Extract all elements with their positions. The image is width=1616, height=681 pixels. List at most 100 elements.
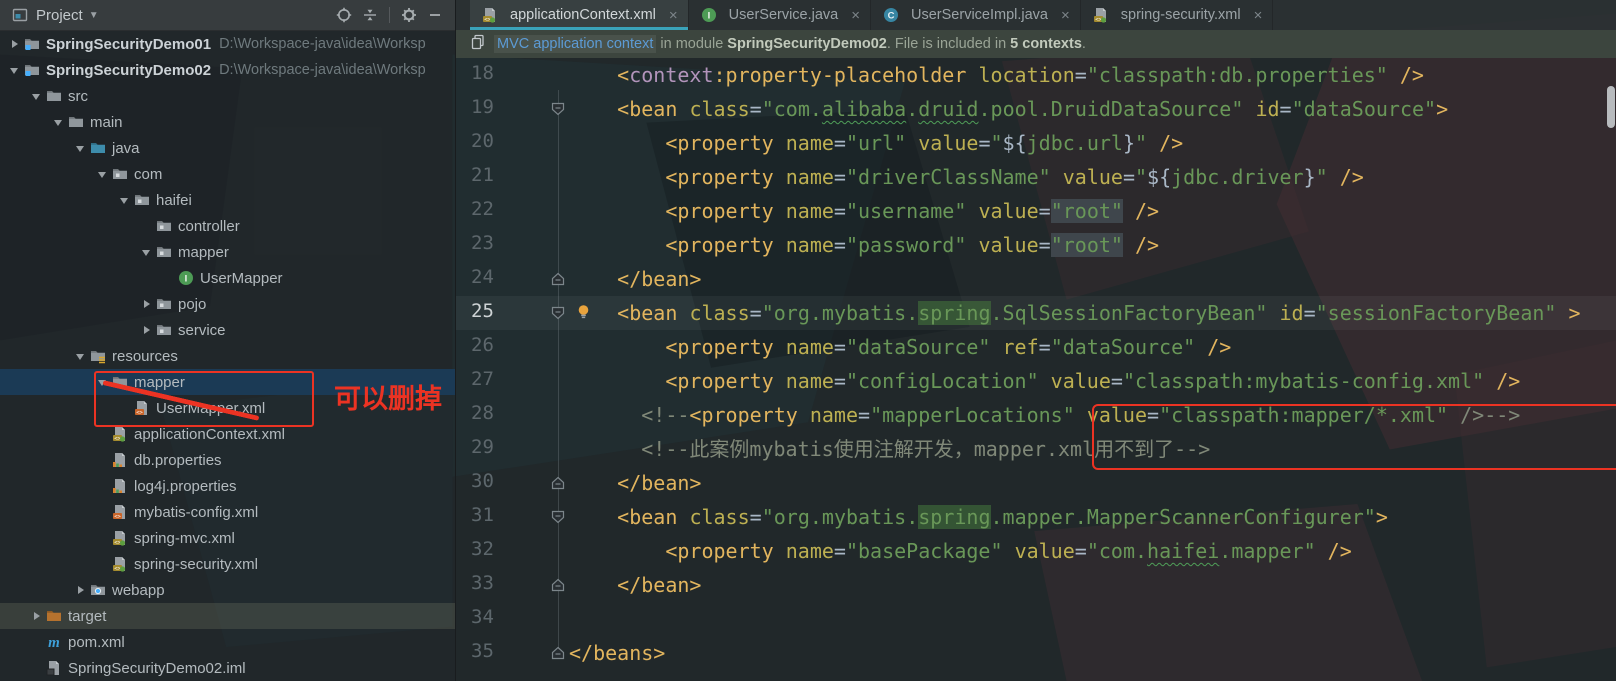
- chevron-collapsed-icon[interactable]: [138, 296, 154, 312]
- tab-close-icon[interactable]: ×: [851, 7, 860, 24]
- tree-item-spring-mvc.xml[interactable]: <> spring-mvc.xml: [0, 525, 455, 551]
- chevron-expanded-icon[interactable]: [116, 192, 132, 208]
- tree-item-SpringSecurityDemo01[interactable]: SpringSecurityDemo01 D:\Workspace-java\id…: [0, 31, 455, 57]
- line-number[interactable]: 21: [471, 164, 494, 186]
- chevron-expanded-icon[interactable]: [50, 114, 66, 130]
- tree-item-webapp[interactable]: webapp: [0, 577, 455, 603]
- tab-applicationContext.xml[interactable]: <> applicationContext.xml ×: [470, 0, 689, 30]
- tree-item-java[interactable]: java: [0, 135, 455, 161]
- line-number[interactable]: 34: [471, 606, 494, 628]
- editor-scrollbar[interactable]: [1607, 86, 1615, 128]
- tree-item-UserMapper[interactable]: I UserMapper: [0, 265, 455, 291]
- code-editor[interactable]: 18 <context:property-placeholder locatio…: [456, 58, 1616, 681]
- code-line-18[interactable]: 18 <context:property-placeholder locatio…: [456, 58, 1616, 92]
- line-number[interactable]: 33: [471, 572, 494, 594]
- fold-region-end-icon[interactable]: [551, 476, 565, 495]
- tree-item-mybatis-config.xml[interactable]: <> mybatis-config.xml: [0, 499, 455, 525]
- tree-item-haifei[interactable]: haifei: [0, 187, 455, 213]
- code-line-26[interactable]: 26 <property name="dataSource" ref="data…: [456, 330, 1616, 364]
- chevron-expanded-icon[interactable]: [94, 374, 110, 390]
- line-number[interactable]: 35: [471, 640, 494, 662]
- tree-item-src[interactable]: src: [0, 83, 455, 109]
- tree-item-service[interactable]: service: [0, 317, 455, 343]
- chevron-collapsed-icon[interactable]: [72, 582, 88, 598]
- code-line-25[interactable]: 25 <bean class="org.mybatis.spring.SqlSe…: [456, 296, 1616, 330]
- line-number[interactable]: 20: [471, 130, 494, 152]
- line-number[interactable]: 22: [471, 198, 494, 220]
- line-number[interactable]: 25: [471, 300, 494, 322]
- code-line-23[interactable]: 23 <property name="password" value="root…: [456, 228, 1616, 262]
- fold-region-end-icon[interactable]: [551, 272, 565, 291]
- tree-item-spring-security.xml[interactable]: <> spring-security.xml: [0, 551, 455, 577]
- tree-item-target[interactable]: target: [0, 603, 455, 629]
- tree-item-applicationContext.xml[interactable]: <> applicationContext.xml: [0, 421, 455, 447]
- code-line-28[interactable]: 28 <!--<property name="mapperLocations" …: [456, 398, 1616, 432]
- code-line-32[interactable]: 32 <property name="basePackage" value="c…: [456, 534, 1616, 568]
- line-number[interactable]: 31: [471, 504, 494, 526]
- fold-region-start-icon[interactable]: [551, 306, 565, 325]
- code-line-27[interactable]: 27 <property name="configLocation" value…: [456, 364, 1616, 398]
- chevron-expanded-icon[interactable]: [28, 88, 44, 104]
- tree-item-com[interactable]: com: [0, 161, 455, 187]
- tab-close-icon[interactable]: ×: [1254, 7, 1263, 24]
- tab-close-icon[interactable]: ×: [1061, 7, 1070, 24]
- intention-bulb-icon[interactable]: [576, 304, 591, 325]
- code-line-35[interactable]: 35 </beans>: [456, 636, 1616, 670]
- tree-item-controller[interactable]: controller: [0, 213, 455, 239]
- chevron-collapsed-icon[interactable]: [28, 608, 44, 624]
- gear-icon[interactable]: [399, 5, 419, 25]
- tab-UserServiceImpl.java[interactable]: C UserServiceImpl.java ×: [871, 0, 1081, 30]
- tree-item-main[interactable]: main: [0, 109, 455, 135]
- tab-spring-security.xml[interactable]: <> spring-security.xml ×: [1081, 0, 1274, 30]
- tree-item-UserMapper.xml[interactable]: <> UserMapper.xml: [0, 395, 455, 421]
- collapse-all-icon[interactable]: [360, 5, 380, 25]
- code-line-22[interactable]: 22 <property name="username" value="root…: [456, 194, 1616, 228]
- code-line-31[interactable]: 31 <bean class="org.mybatis.spring.mappe…: [456, 500, 1616, 534]
- code-line-20[interactable]: 20 <property name="url" value="${jdbc.ur…: [456, 126, 1616, 160]
- tree-item-SpringSecurityDemo02[interactable]: SpringSecurityDemo02 D:\Workspace-java\id…: [0, 57, 455, 83]
- line-number[interactable]: 30: [471, 470, 494, 492]
- hide-panel-icon[interactable]: [425, 5, 445, 25]
- chevron-expanded-icon[interactable]: [72, 348, 88, 364]
- fold-region-end-icon[interactable]: [551, 646, 565, 665]
- tab-UserService.java[interactable]: I UserService.java ×: [689, 0, 872, 30]
- notification-link[interactable]: MVC application context: [494, 35, 657, 53]
- project-panel-title[interactable]: Project: [36, 7, 83, 24]
- tree-item-db.properties[interactable]: db.properties: [0, 447, 455, 473]
- code-line-21[interactable]: 21 <property name="driverClassName" valu…: [456, 160, 1616, 194]
- tree-item-SpringSecurityDemo02.iml[interactable]: SpringSecurityDemo02.iml: [0, 655, 455, 681]
- fold-region-start-icon[interactable]: [551, 102, 565, 121]
- locate-icon[interactable]: [334, 5, 354, 25]
- chevron-expanded-icon[interactable]: [138, 244, 154, 260]
- chevron-expanded-icon[interactable]: [94, 166, 110, 182]
- tree-item-pom.xml[interactable]: m pom.xml: [0, 629, 455, 655]
- code-line-24[interactable]: 24 </bean>: [456, 262, 1616, 296]
- code-line-30[interactable]: 30 </bean>: [456, 466, 1616, 500]
- code-line-34[interactable]: 34: [456, 602, 1616, 636]
- dropdown-arrow-icon[interactable]: ▼: [89, 10, 99, 21]
- tree-item-resources[interactable]: resources: [0, 343, 455, 369]
- code-line-29[interactable]: 29 <!--此案例mybatis使用注解开发，mapper.xml用不到了--…: [456, 432, 1616, 466]
- line-number[interactable]: 18: [471, 62, 494, 84]
- tree-item-mapper[interactable]: mapper: [0, 369, 455, 395]
- code-line-33[interactable]: 33 </bean>: [456, 568, 1616, 602]
- code-line-19[interactable]: 19 <bean class="com.alibaba.druid.pool.D…: [456, 92, 1616, 126]
- line-number[interactable]: 27: [471, 368, 494, 390]
- tree-item-log4j.properties[interactable]: log4j.properties: [0, 473, 455, 499]
- chevron-expanded-icon[interactable]: [72, 140, 88, 156]
- line-number[interactable]: 24: [471, 266, 494, 288]
- chevron-collapsed-icon[interactable]: [138, 322, 154, 338]
- tree-item-mapper[interactable]: mapper: [0, 239, 455, 265]
- line-number[interactable]: 32: [471, 538, 494, 560]
- fold-region-start-icon[interactable]: [551, 510, 565, 529]
- line-number[interactable]: 28: [471, 402, 494, 424]
- chevron-expanded-icon[interactable]: [6, 62, 22, 78]
- tree-item-pojo[interactable]: pojo: [0, 291, 455, 317]
- fold-region-end-icon[interactable]: [551, 578, 565, 597]
- line-number[interactable]: 23: [471, 232, 494, 254]
- tab-close-icon[interactable]: ×: [669, 7, 678, 24]
- line-number[interactable]: 26: [471, 334, 494, 356]
- chevron-collapsed-icon[interactable]: [6, 36, 22, 52]
- line-number[interactable]: 19: [471, 96, 494, 118]
- line-number[interactable]: 29: [471, 436, 494, 458]
